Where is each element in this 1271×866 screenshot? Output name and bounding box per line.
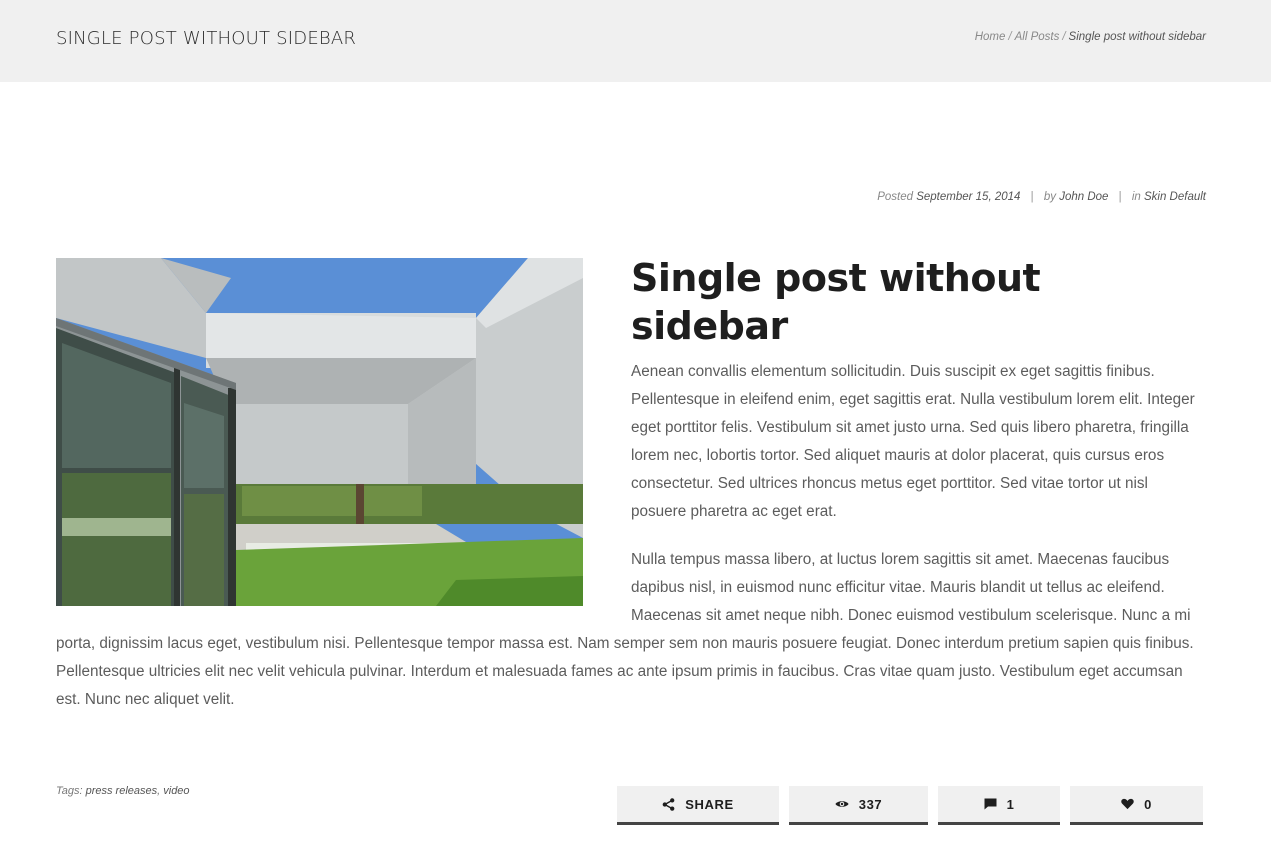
by-label: by: [1043, 191, 1056, 203]
comments-count: 1: [1006, 796, 1015, 812]
share-button[interactable]: SHARE: [617, 786, 779, 825]
post-tags: Tags: press releases, video: [56, 785, 190, 797]
post-category-link[interactable]: Skin Default: [1144, 191, 1206, 203]
eye-icon: [835, 801, 849, 807]
breadcrumb-current: Single post without sidebar: [1068, 31, 1206, 43]
meta-divider: |: [1118, 191, 1122, 203]
views-count: 337: [858, 796, 883, 812]
tag-separator: ,: [157, 785, 161, 797]
views-counter[interactable]: 337: [789, 786, 928, 825]
post-content: Single post without sidebar Aenean conva…: [56, 256, 1206, 734]
breadcrumb-home-link[interactable]: Home: [975, 31, 1006, 43]
featured-image: [56, 258, 583, 606]
breadcrumb-separator: /: [1062, 31, 1066, 43]
comment-icon: [984, 798, 997, 810]
in-label: in: [1131, 191, 1141, 203]
likes-count: 0: [1144, 796, 1152, 812]
post-author-link[interactable]: John Doe: [1059, 191, 1108, 203]
page-header: SINGLE POST WITHOUT SIDEBAR Home / All Pos…: [0, 0, 1271, 82]
share-icon: [662, 797, 675, 811]
share-label: SHARE: [685, 796, 734, 812]
breadcrumb-separator: /: [1008, 31, 1012, 43]
meta-divider: |: [1030, 191, 1034, 203]
page-title: SINGLE POST WITHOUT SIDEBAR: [56, 28, 357, 49]
post-meta: Posted September 15, 2014 | by John Doe …: [877, 191, 1206, 203]
breadcrumb-all-posts-link[interactable]: All Posts: [1015, 31, 1060, 43]
breadcrumb: Home / All Posts / Single post without sideb…: [975, 31, 1206, 43]
like-button[interactable]: 0: [1070, 786, 1203, 825]
tag-link[interactable]: video: [163, 785, 189, 797]
tags-label: Tags:: [56, 785, 83, 797]
post-date: September 15, 2014: [916, 191, 1021, 203]
comments-button[interactable]: 1: [938, 786, 1060, 825]
posted-label: Posted: [877, 191, 913, 203]
heart-icon: [1121, 798, 1134, 810]
tag-link[interactable]: press releases: [86, 785, 158, 797]
